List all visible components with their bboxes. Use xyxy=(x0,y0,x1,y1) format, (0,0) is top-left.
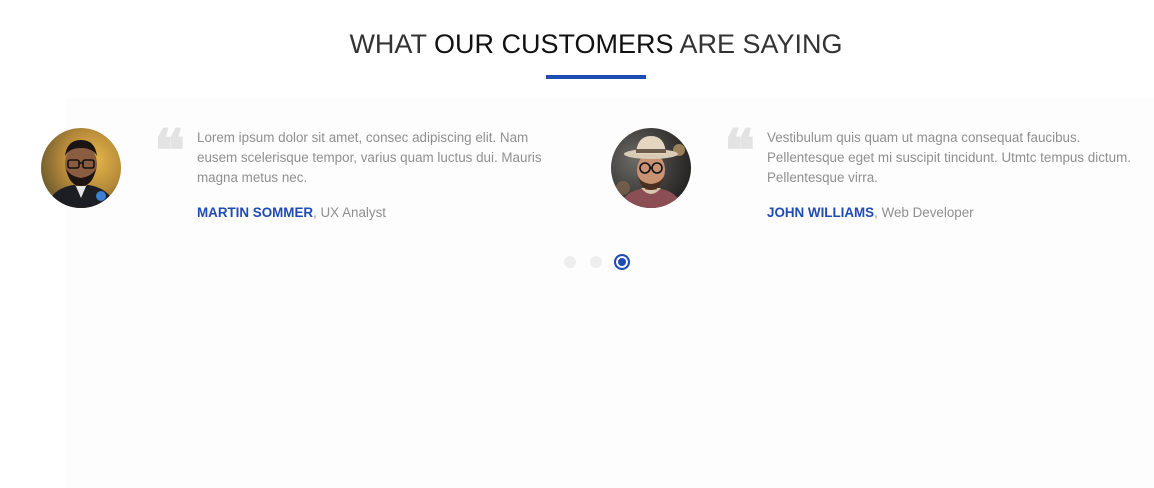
quote-icon: ❝ xyxy=(724,117,756,185)
author-separator: , xyxy=(874,205,882,220)
title-underline xyxy=(546,75,646,79)
author-name: JOHN WILLIAMS xyxy=(767,205,875,220)
testimonial-author: MARTIN SOMMER, UX Analyst xyxy=(197,204,386,222)
avatar-photo-john xyxy=(611,128,691,208)
testimonial-card: ❝ Lorem ipsum dolor sit amet, consec adi… xyxy=(41,122,571,228)
section-title-part: WHAT xyxy=(349,29,434,59)
avatar-photo-martin xyxy=(41,128,121,208)
author-name: MARTIN SOMMER xyxy=(197,205,314,220)
testimonial-quote: Lorem ipsum dolor sit amet, consec adipi… xyxy=(197,130,542,185)
author-separator: , xyxy=(313,205,321,220)
section-title-highlight: OUR CUSTOMERS xyxy=(433,29,674,59)
carousel-dot-3-active[interactable] xyxy=(614,254,630,270)
avatar xyxy=(611,128,691,208)
carousel-dot-1[interactable] xyxy=(564,256,576,268)
testimonial-card: ❝ Vestibulum quis quam ut magna consequa… xyxy=(611,122,1131,228)
testimonials-section: WHAT OUR CUSTOMERS ARE SAYING ❝ Lorem ip… xyxy=(0,0,1154,488)
testimonial-quote: Vestibulum quis quam ut magna consequat … xyxy=(767,130,1131,185)
carousel-pagination xyxy=(563,254,633,270)
carousel-dot-2[interactable] xyxy=(590,256,602,268)
quote-icon: ❝ xyxy=(154,117,186,185)
section-title: WHAT OUR CUSTOMERS ARE SAYING xyxy=(0,27,1154,61)
author-role: Web Developer xyxy=(881,205,974,220)
testimonial-author: JOHN WILLIAMS, Web Developer xyxy=(767,204,974,222)
author-role: UX Analyst xyxy=(320,205,387,220)
section-title-part: ARE SAYING xyxy=(673,29,843,59)
avatar xyxy=(41,128,121,208)
